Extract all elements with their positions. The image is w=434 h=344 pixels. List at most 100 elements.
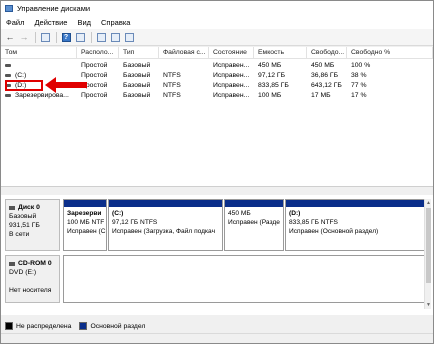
scroll-up-arrow-icon[interactable]: ▲ (425, 199, 432, 207)
layout-cell: Простой (81, 62, 108, 69)
column-header-volume[interactable]: Том (1, 47, 77, 59)
volume-icon (5, 93, 11, 97)
primary-partition-bar (225, 200, 283, 207)
partition-title: (C:) (112, 210, 124, 217)
column-header-status[interactable]: Состояние (209, 47, 254, 59)
free-space-cell: 17 МБ (311, 92, 331, 99)
red-arrow-icon (45, 77, 87, 93)
cd-rom-icon (9, 261, 15, 266)
column-header-type[interactable]: Тип (119, 47, 159, 59)
volume-name: Зарезервирова... (15, 92, 69, 99)
partition-details: Зарезерви 100 МБ NTF Исправен (С (64, 207, 106, 238)
menu-file[interactable]: Файл (1, 18, 29, 27)
capacity-cell: 97,12 ГБ (258, 72, 286, 79)
disk-0-name: Диск 0 (18, 204, 40, 211)
menu-view[interactable]: Вид (72, 18, 96, 27)
primary-partition-swatch (79, 322, 88, 330)
cdrom-0-row: CD-ROM 0 DVD (E:) Нет носителя (1, 255, 425, 303)
disk-0-size: 931,51 ГБ (9, 222, 40, 229)
column-header-free-space[interactable]: Свободо... (307, 47, 347, 59)
partition-title: Зарезерви (67, 210, 102, 217)
partition-details: (D:) 833,85 ГБ NTFS Исправен (Основной р… (286, 207, 424, 238)
cdrom-empty-area[interactable] (63, 255, 425, 303)
toolbar-separator (56, 31, 57, 43)
column-header-percent-free[interactable]: Свободно % (347, 47, 433, 59)
disk-button[interactable] (109, 31, 121, 43)
percent-free-cell: 100 % (351, 62, 371, 69)
disk-view-scrollbar[interactable]: ▲ ▼ (424, 199, 431, 309)
scroll-down-arrow-icon[interactable]: ▼ (425, 301, 432, 309)
properties-icon (75, 32, 85, 42)
disk-icon (110, 32, 120, 42)
forward-arrow-icon[interactable]: → (18, 31, 30, 43)
type-cell: Базовый (123, 62, 151, 69)
menu-bar: Файл Действие Вид Справка (1, 16, 433, 29)
partition-recovery[interactable]: 450 МБ Исправен (Разде (224, 199, 284, 251)
legend: Не распределена Основной раздел (1, 319, 433, 333)
drive-d-highlight-box (5, 80, 43, 91)
list-view-icon (40, 32, 50, 42)
capacity-cell: 450 МБ (258, 62, 282, 69)
check-icon (96, 32, 106, 42)
scroll-thumb[interactable] (426, 208, 431, 283)
partition-reserved[interactable]: Зарезерви 100 МБ NTF Исправен (С (63, 199, 107, 251)
free-space-cell: 36,86 ГБ (311, 72, 339, 79)
type-cell: Базовый (123, 72, 151, 79)
status-bar (1, 333, 433, 343)
table-row[interactable]: Простой Базовый Исправен... 450 МБ 450 М… (1, 61, 433, 71)
filesystem-cell: NTFS (163, 92, 181, 99)
partition-details: 450 МБ Исправен (Разде (225, 207, 283, 229)
primary-partition-bar (286, 200, 424, 207)
help-icon: ? (61, 32, 71, 42)
cdrom-0-info[interactable]: CD-ROM 0 DVD (E:) Нет носителя (5, 255, 60, 303)
disk-list-button[interactable] (39, 31, 51, 43)
percent-free-cell: 17 % (351, 92, 367, 99)
status-cell: Исправен... (213, 92, 250, 99)
free-space-cell: 450 МБ (311, 62, 335, 69)
filesystem-cell (159, 61, 209, 71)
partition-size: 97,12 ГБ NTFS (112, 219, 158, 226)
partition-status: Исправен (Основной раздел) (289, 228, 379, 235)
cdrom-0-title: CD-ROM 0 (9, 259, 56, 268)
disk-0-info[interactable]: Диск 0 Базовый 931,51 ГБ В сети (5, 199, 60, 251)
partition-size: 450 МБ (228, 210, 251, 217)
partition-status: Исправен (С (67, 228, 106, 235)
primary-partition-bar (109, 200, 222, 207)
column-header-filesystem[interactable]: Файловая с... (159, 47, 209, 59)
menu-action[interactable]: Действие (29, 18, 72, 27)
volume-icon (5, 63, 11, 67)
volume-list: Том Располо... Тип Файловая с... Состоян… (1, 47, 433, 187)
partition-title: (D:) (289, 210, 301, 217)
capacity-cell: 100 МБ (258, 92, 282, 99)
cdrom-0-name: CD-ROM 0 (18, 260, 52, 267)
column-header-layout[interactable]: Располо... (77, 47, 119, 59)
disk-0-type: Базовый (9, 213, 37, 220)
free-space-cell: 643,12 ГБ (311, 82, 342, 89)
filesystem-cell: NTFS (163, 82, 181, 89)
volume-name-cell (1, 61, 77, 71)
view-icon (124, 32, 134, 42)
back-arrow-icon[interactable]: ← (4, 31, 16, 43)
properties-button[interactable] (74, 31, 86, 43)
partition-status: Исправен (Разде (228, 219, 280, 226)
status-cell: Исправен... (213, 82, 250, 89)
volume-table-header: Том Располо... Тип Файловая с... Состоян… (1, 47, 433, 59)
unallocated-swatch (5, 322, 13, 330)
column-header-capacity[interactable]: Емкость (254, 47, 307, 59)
disk-0-state: В сети (9, 231, 30, 238)
disk-0-row: Диск 0 Базовый 931,51 ГБ В сети Зарезерв… (1, 199, 425, 251)
checkmark-button[interactable] (95, 31, 107, 43)
partition-c[interactable]: (C:) 97,12 ГБ NTFS Исправен (Загрузка, Ф… (108, 199, 223, 251)
toolbar: ← → ? (1, 29, 433, 46)
menu-help[interactable]: Справка (96, 18, 135, 27)
help-button[interactable]: ? (60, 31, 72, 43)
extra-view-button[interactable] (123, 31, 135, 43)
partition-d[interactable]: (D:) 833,85 ГБ NTFS Исправен (Основной р… (285, 199, 425, 251)
partition-details: (C:) 97,12 ГБ NTFS Исправен (Загрузка, Ф… (109, 207, 222, 238)
window-title: Управление дисками (17, 4, 91, 13)
toolbar-separator (91, 31, 92, 43)
legend-primary-label: Основной раздел (90, 322, 146, 330)
volume-icon (5, 73, 11, 77)
title-bar: Управление дисками (1, 1, 433, 16)
